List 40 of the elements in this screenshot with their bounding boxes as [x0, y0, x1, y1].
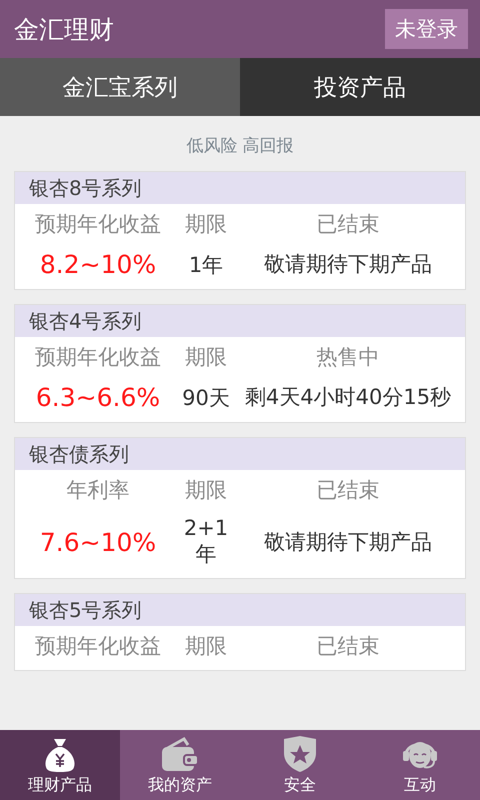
status-note: 剩4天4小时40分15秒 — [244, 384, 452, 412]
rate-label: 年利率 — [66, 477, 130, 504]
status-label: 热售中 — [316, 344, 380, 371]
term-value: 90天 — [182, 384, 230, 412]
product-name: 银杏8号系列 — [29, 174, 142, 202]
nav-tab[interactable]: 互动 — [360, 730, 480, 800]
rate-value: 8.2~10% — [40, 250, 156, 279]
login-button[interactable]: 未登录 — [385, 9, 468, 49]
term-label: 期限 — [185, 211, 227, 238]
tagline: 低风险 高回报 — [185, 135, 295, 158]
product-name: 银杏5号系列 — [29, 596, 142, 624]
product-name: 银杏4号系列 — [29, 308, 142, 334]
product-card[interactable]: 银杏债系列 年利率 期限 已结束 7.6~10% 2+1年 敬请期待下期产品 — [14, 437, 466, 579]
product-name: 银杏债系列 — [29, 440, 129, 468]
tab[interactable]: 金汇宝系列 — [0, 58, 240, 116]
rate-value: 7.6~10% — [40, 528, 156, 556]
nav-tab[interactable]: 理财产品 — [0, 730, 120, 800]
product-card[interactable]: 银杏4号系列 预期年化收益 期限 热售中 6.3~6.6% 90天 剩4天4小时40分15秒 — [14, 304, 466, 423]
term-label: 期限 — [185, 344, 227, 371]
status-note: 敬请期待下期产品 — [264, 528, 432, 556]
term-label: 期限 — [185, 477, 227, 504]
product-card[interactable]: 银杏8号系列 预期年化收益 期限 已结束 8.2~10% 1年 敬请期待下期产品 — [14, 171, 466, 290]
product-card[interactable]: 银杏5号系列 预期年化收益 期限 已结束 — [14, 593, 466, 671]
tab[interactable]: 投资产品 — [240, 58, 480, 116]
term-label: 期限 — [185, 633, 227, 660]
rate-label: 预期年化收益 — [35, 211, 161, 238]
wallet-icon — [160, 737, 200, 773]
status-label: 已结束 — [316, 211, 380, 238]
app-title: 金汇理财 — [14, 14, 114, 46]
status-label: 已结束 — [316, 477, 380, 504]
shield-star-icon — [282, 735, 318, 773]
rate-label: 预期年化收益 — [35, 633, 161, 660]
nav-tab[interactable]: 安全 — [240, 730, 360, 800]
term-value: 2+1年 — [182, 516, 230, 568]
status-note: 敬请期待下期产品 — [264, 251, 432, 278]
term-value: 1年 — [188, 252, 224, 278]
rate-value: 6.3~6.6% — [36, 383, 160, 412]
rate-label: 预期年化收益 — [35, 344, 161, 371]
nav-tab[interactable]: 我的资产 — [120, 730, 240, 800]
status-label: 已结束 — [316, 633, 380, 660]
